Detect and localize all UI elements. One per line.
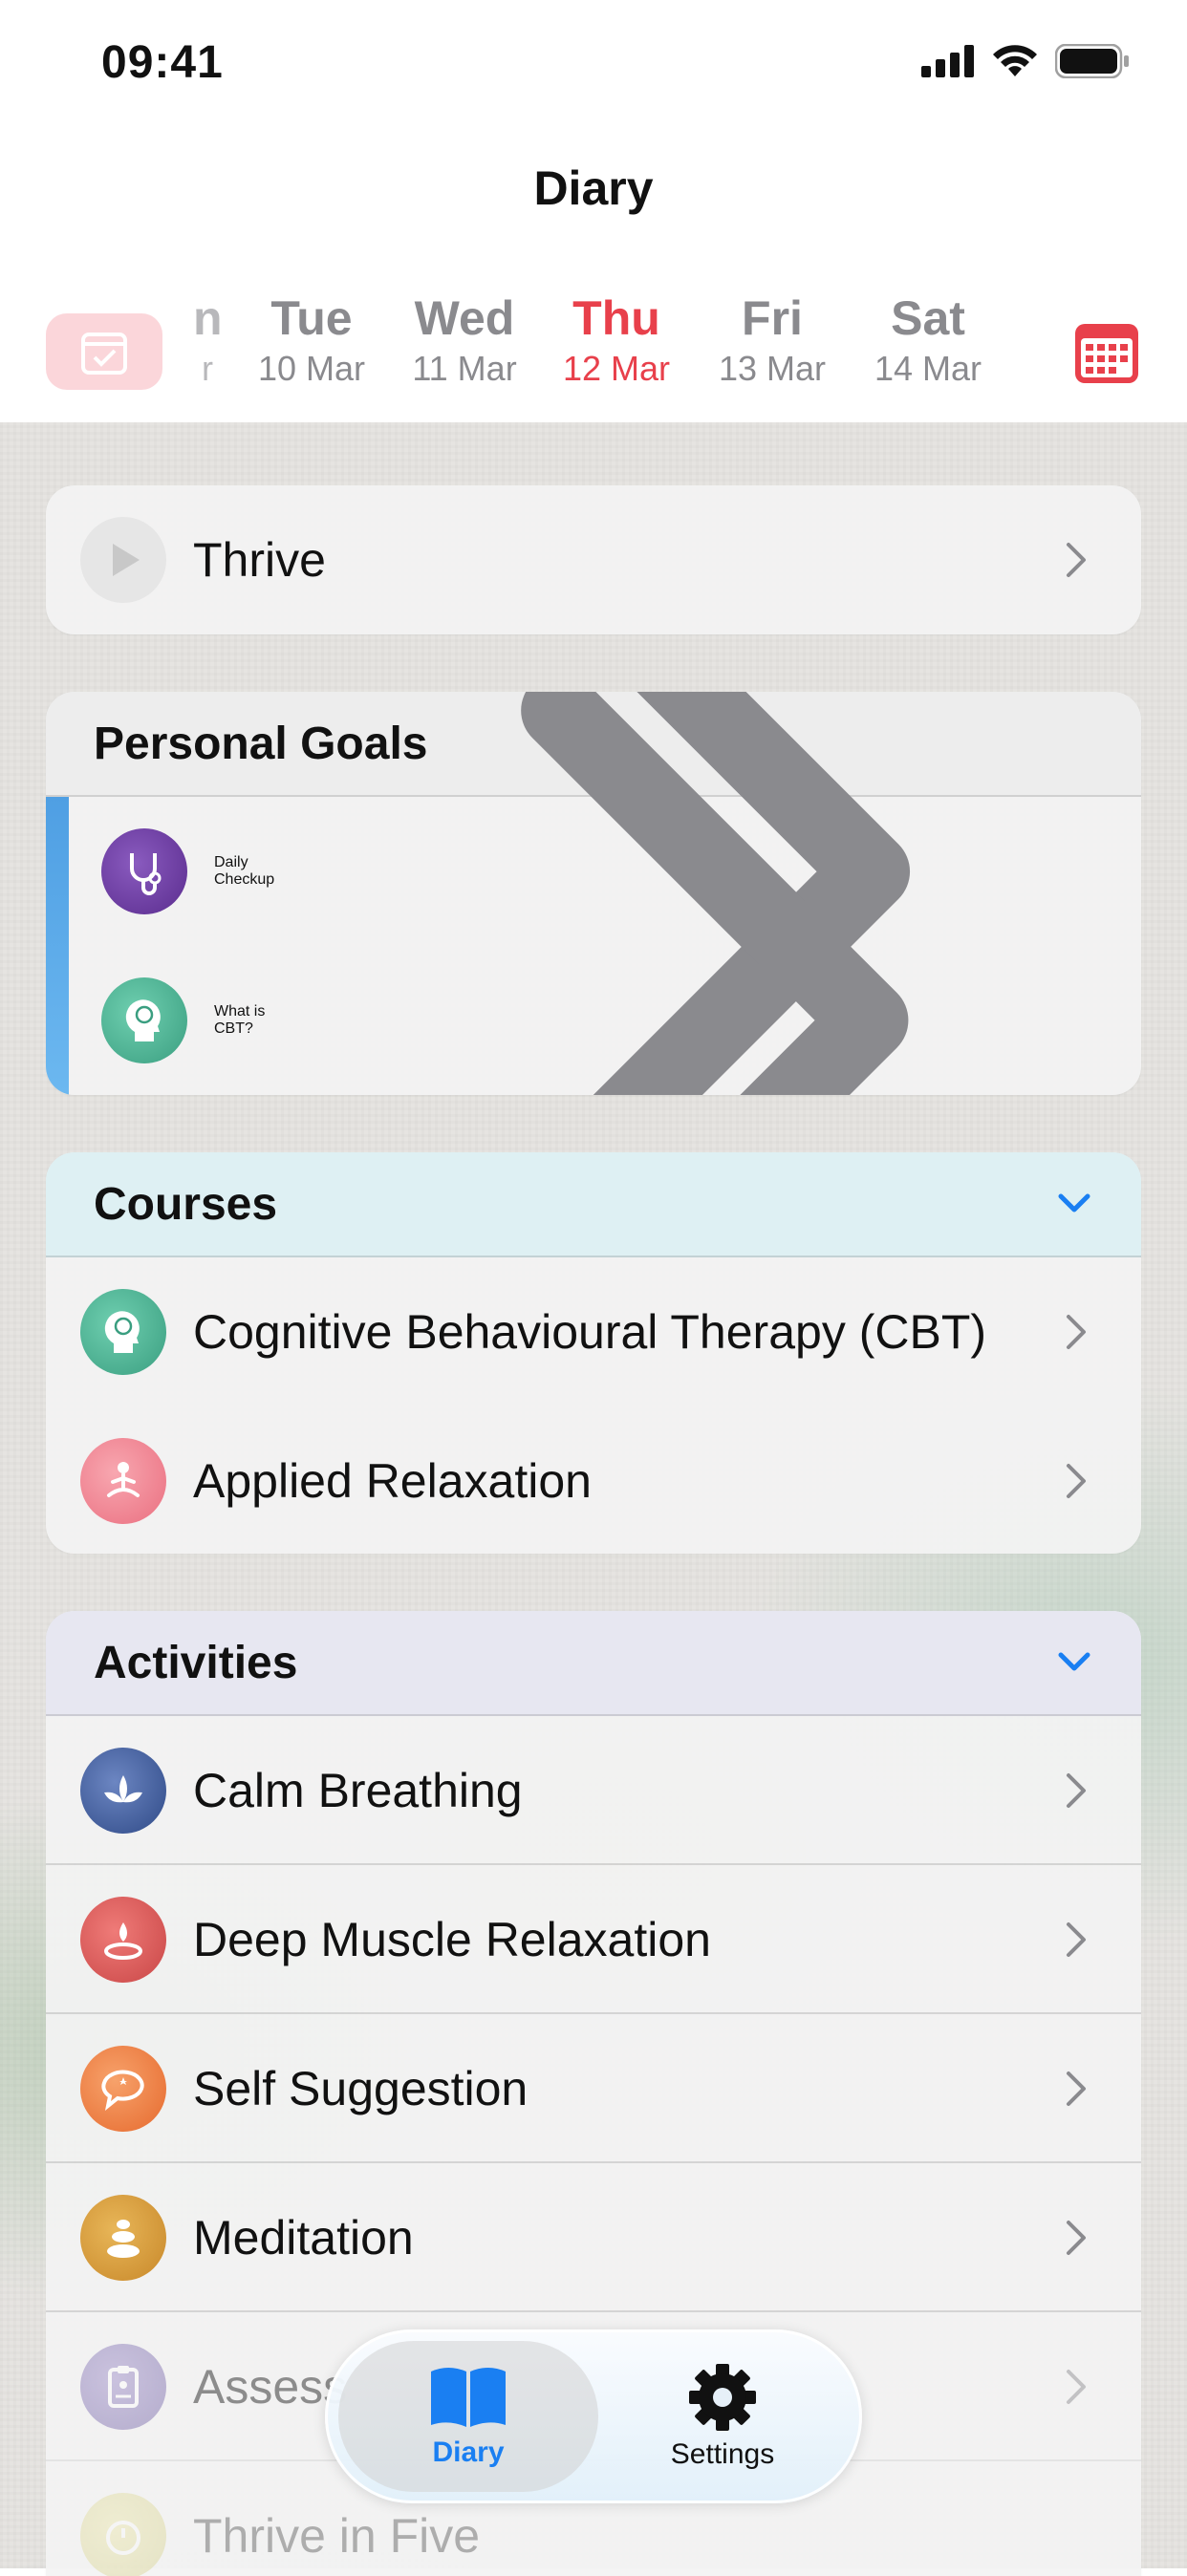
- thrive-card[interactable]: Thrive: [46, 485, 1141, 634]
- day-name: Tue: [270, 291, 353, 345]
- personal-goals-card: Personal Goals Daily Checkup What is CBT…: [46, 692, 1141, 1095]
- stones-icon: [80, 2195, 166, 2281]
- status-time: 09:41: [101, 37, 224, 88]
- clipboard-icon: [80, 2344, 166, 2430]
- list-item-label: Calm Breathing: [193, 1764, 523, 1817]
- list-item-label: Cognitive Behavioural Therapy (CBT): [193, 1305, 987, 1359]
- day-thu[interactable]: Thu 12 Mar: [545, 289, 688, 390]
- list-item-self-suggestion[interactable]: Self Suggestion: [46, 2014, 1141, 2163]
- chevron-right-icon: [1067, 1922, 1086, 1957]
- list-item-what-is-cbt[interactable]: What is CBT?: [46, 692, 1141, 1095]
- chevron-down-icon[interactable]: [1055, 1189, 1093, 1217]
- day-selector: nr Tue 10 Mar Wed 11 Mar Thu 12 Mar Fri …: [0, 277, 1187, 420]
- day-sat[interactable]: Sat 14 Mar: [856, 289, 1000, 390]
- chevron-right-icon: [1067, 2072, 1086, 2106]
- page-title: Diary: [533, 161, 654, 215]
- list-item-label: Applied Relaxation: [193, 1454, 592, 1508]
- chevron-right-icon: [1067, 1315, 1086, 1349]
- tab-bar: Diary Settings: [325, 2329, 862, 2503]
- day-date: 10 Mar: [257, 349, 366, 388]
- list-item-meditation[interactable]: Meditation: [46, 2163, 1141, 2312]
- day-fri[interactable]: Fri 13 Mar: [701, 289, 844, 390]
- day-wed[interactable]: Wed 11 Mar: [393, 289, 536, 390]
- list-item-label: Self Suggestion: [193, 2062, 529, 2115]
- day-tue[interactable]: Tue 10 Mar: [240, 289, 383, 390]
- chevron-right-icon: [1067, 2221, 1086, 2255]
- chevron-right-icon: [1067, 543, 1086, 577]
- day-name: Sat: [891, 291, 965, 345]
- activities-header[interactable]: Activities: [46, 1611, 1141, 1716]
- calendar-button[interactable]: [1072, 319, 1141, 388]
- list-item-label: Deep Muscle Relaxation: [193, 1913, 711, 1966]
- play-icon: [80, 517, 166, 603]
- chevron-right-icon: [1067, 1773, 1086, 1808]
- thrive-label: Thrive: [193, 533, 326, 587]
- brain-head-icon: [80, 1289, 166, 1375]
- candle-icon: [80, 1897, 166, 1983]
- list-item-cbt-course[interactable]: Cognitive Behavioural Therapy (CBT): [46, 1257, 1141, 1406]
- tab-diary[interactable]: Diary: [338, 2341, 598, 2492]
- signal-icon: [921, 45, 974, 77]
- gear-icon: [689, 2364, 756, 2431]
- chevron-right-icon: [1067, 1464, 1086, 1498]
- day-name: Thu: [572, 291, 660, 345]
- meditation-person-icon: [80, 1438, 166, 1524]
- day-date: 12 Mar: [562, 349, 671, 388]
- tab-label: Diary: [432, 2436, 505, 2468]
- list-item-applied-relaxation[interactable]: Applied Relaxation: [46, 1406, 1141, 1554]
- brain-head-icon: [101, 977, 187, 1063]
- today-button[interactable]: [46, 313, 162, 390]
- battery-icon: [1055, 44, 1129, 78]
- day-partial: nr: [193, 291, 222, 388]
- day-date: 14 Mar: [874, 349, 982, 388]
- day-name: Fri: [742, 291, 803, 345]
- chevron-right-icon: [1067, 2370, 1086, 2404]
- status-bar: 09:41: [0, 0, 1187, 129]
- section-title: Courses: [94, 1178, 278, 1230]
- tab-settings[interactable]: Settings: [593, 2341, 852, 2492]
- list-item-deep-muscle-relaxation[interactable]: Deep Muscle Relaxation: [46, 1865, 1141, 2014]
- courses-card: Courses Cognitive Behavioural Therapy (C…: [46, 1152, 1141, 1554]
- chevron-right-icon: [521, 692, 909, 1095]
- list-item-label: Assess: [193, 2360, 348, 2414]
- courses-header[interactable]: Courses: [46, 1152, 1141, 1257]
- day-date: 11 Mar: [412, 349, 517, 388]
- day-name: Wed: [414, 291, 515, 345]
- tab-label: Settings: [670, 2438, 775, 2470]
- list-item-label: Daily Checkup: [214, 854, 275, 888]
- calendar-check-icon: [81, 333, 127, 375]
- section-title: Activities: [94, 1637, 298, 1688]
- wifi-icon: [993, 45, 1037, 76]
- list-item-calm-breathing[interactable]: Calm Breathing: [46, 1716, 1141, 1865]
- list-item-label: Thrive in Five: [193, 2509, 481, 2563]
- stethoscope-icon: [101, 828, 187, 914]
- lotus-icon: [80, 1748, 166, 1834]
- speech-bubble-icon: [80, 2046, 166, 2132]
- day-date: 13 Mar: [718, 349, 827, 388]
- timer-icon: [80, 2493, 166, 2576]
- book-icon: [431, 2368, 506, 2427]
- calendar-icon: [1075, 324, 1138, 383]
- list-item-label: What is CBT?: [214, 1003, 266, 1037]
- chevron-down-icon[interactable]: [1055, 1647, 1093, 1676]
- status-icons: [921, 44, 1130, 78]
- list-item-label: Meditation: [193, 2211, 414, 2265]
